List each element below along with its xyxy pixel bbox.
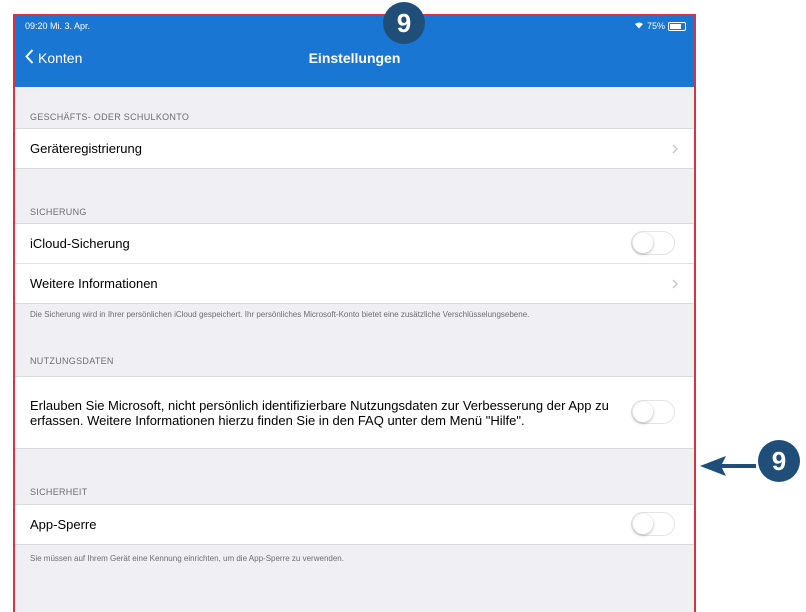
usage-data-row: Erlauben Sie Microsoft, nicht persönlich… [15, 377, 694, 448]
callout-badge-top: 9 [383, 2, 425, 44]
app-lock-label: App-Sperre [30, 517, 97, 532]
backup-footer-text: Die Sicherung wird in Ihrer persönlichen… [30, 310, 530, 319]
navigation-bar: 09:20 Mi. 3. Apr. 75% Konten Einstellung… [15, 16, 694, 87]
app-lock-row: App-Sperre [15, 505, 694, 544]
usage-data-toggle[interactable] [631, 399, 675, 424]
section-header-account: GESCHÄFTS- ODER SCHULKONTO [30, 112, 190, 122]
security-footer-text: Sie müssen auf Ihrem Gerät eine Kennung … [30, 554, 344, 563]
toggle-knob [633, 232, 653, 253]
backup-group: iCloud-Sicherung Weitere Informationen [15, 223, 694, 304]
icloud-backup-label: iCloud-Sicherung [30, 236, 130, 251]
usage-group: Erlauben Sie Microsoft, nicht persönlich… [15, 376, 694, 449]
wifi-icon [634, 21, 644, 31]
callout-badge-right: 9 [758, 440, 800, 482]
section-header-security: SICHERHEIT [30, 487, 88, 497]
icloud-backup-toggle[interactable] [631, 230, 675, 255]
device-registration-row[interactable]: Geräteregistrierung [15, 129, 694, 168]
more-info-row[interactable]: Weitere Informationen [15, 263, 694, 303]
battery-percent: 75% [646, 21, 665, 31]
security-group: App-Sperre [15, 504, 694, 545]
account-group: Geräteregistrierung [15, 128, 694, 169]
icloud-backup-row: iCloud-Sicherung [15, 224, 694, 263]
device-registration-label: Geräteregistrierung [30, 141, 142, 156]
status-time: 09:20 Mi. 3. Apr. [25, 21, 91, 31]
status-indicators: 75% [634, 21, 686, 31]
chevron-right-icon [672, 144, 678, 155]
app-lock-toggle[interactable] [631, 511, 675, 536]
section-header-backup: SICHERUNG [30, 207, 87, 217]
page-title: Einstellungen [308, 50, 401, 66]
toggle-knob [633, 513, 653, 534]
chevron-right-icon [672, 279, 678, 290]
usage-data-text: Erlauben Sie Microsoft, nicht persönlich… [30, 397, 609, 428]
more-info-label: Weitere Informationen [30, 276, 158, 291]
battery-icon [668, 21, 686, 31]
callout-arrow-icon [700, 456, 756, 476]
section-header-usage: NUTZUNGSDATEN [30, 356, 114, 366]
toggle-knob [633, 401, 653, 422]
device-screen: 09:20 Mi. 3. Apr. 75% Konten Einstellung… [13, 14, 696, 612]
